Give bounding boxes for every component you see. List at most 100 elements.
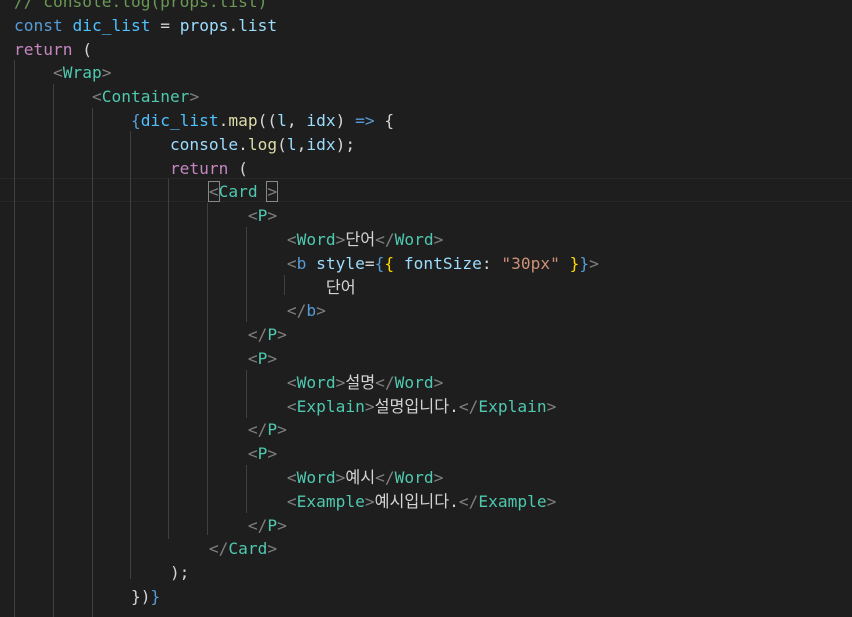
code-line-text: 단어 [14, 276, 356, 300]
code-line-text: return ( [14, 157, 248, 181]
code-line-text: const dic_list = props.list [14, 14, 277, 38]
code-line-text: ); [14, 561, 190, 585]
code-token: Word [296, 372, 336, 392]
code-token: P [267, 325, 278, 345]
code-line-text: </P> [14, 418, 287, 442]
code-token: </ [375, 468, 395, 487]
code-token: Word [296, 230, 336, 249]
code-token: > [433, 468, 444, 487]
code-line-text: <Container> [14, 85, 199, 109]
code-token: </ [286, 301, 307, 321]
code-token: < [207, 181, 220, 203]
code-token: => [355, 111, 375, 130]
code-token: Card [228, 539, 268, 559]
code-token: 설명입니다. [374, 396, 459, 416]
code-token: </ [375, 230, 395, 249]
code-line-text: })} [14, 585, 160, 609]
code-token: > [101, 63, 112, 83]
code-token: b [306, 301, 317, 321]
code-token: < [247, 206, 258, 226]
code-token: < [286, 396, 297, 416]
code-token: fontSize [403, 253, 482, 273]
code-token: (( [257, 111, 278, 130]
code-token: Explain [478, 396, 547, 416]
code-token: . [238, 134, 248, 154]
code-line-text: <Word>설명</Word> [14, 371, 444, 395]
code-token: < [286, 230, 297, 249]
code-token: dic_list [140, 111, 219, 130]
code-token: props [179, 15, 229, 35]
code-token: dic_list [72, 15, 151, 35]
code-token: , [286, 111, 307, 130]
code-line-text: <Example>예시입니다.</Example> [14, 490, 556, 514]
code-token: style [316, 253, 365, 273]
code-token: 예시입니다. [374, 491, 459, 511]
code-token: idx [306, 134, 336, 154]
code-line-text: <b style={{ fontSize: "30px" }}> [14, 252, 599, 276]
code-token: > [267, 539, 278, 559]
code-token: < [247, 444, 258, 464]
code-token: < [286, 253, 297, 273]
code-token: console [169, 134, 239, 154]
code-token: { [374, 253, 385, 273]
code-token: { [130, 111, 141, 130]
code-token: { [374, 111, 395, 130]
code-token: P [267, 420, 278, 440]
code-token: Wrap [62, 63, 102, 83]
code-token: > [364, 491, 375, 511]
code-token: Explain [296, 396, 365, 416]
code-token: < [52, 63, 63, 83]
code-token: map [228, 111, 258, 130]
code-token: } [579, 253, 590, 273]
code-line-text: <Wrap> [14, 61, 111, 85]
code-token: > [189, 87, 200, 107]
code-token: b [296, 253, 307, 273]
code-token: > [266, 181, 279, 203]
code-token: > [335, 372, 346, 392]
code-token: </ [208, 539, 229, 559]
code-token: > [267, 444, 278, 464]
code-line-text: {dic_list.map((l, idx) => { [14, 109, 394, 133]
code-token: "30px" [501, 253, 560, 273]
code-line-text: </P> [14, 514, 287, 538]
code-line-text: </P> [14, 323, 287, 347]
code-token: l [277, 111, 287, 130]
code-line-text: // console.log(props.list) [14, 0, 267, 14]
code-editor[interactable]: // console.log(props.list) const dic_list… [0, 0, 852, 617]
code-token: </ [247, 515, 268, 535]
code-line-text: </b> [14, 299, 326, 323]
code-token: </ [458, 491, 479, 511]
code-token: > [277, 420, 287, 440]
code-token: = [150, 15, 180, 35]
code-token: }) [130, 587, 151, 606]
code-token: Word [296, 468, 336, 487]
code-token: > [316, 301, 326, 321]
code-token: < [286, 491, 297, 511]
code-token: > [589, 253, 599, 273]
code-line-text: <Card > [14, 180, 279, 204]
code-line-text: <P> [14, 442, 277, 466]
code-token: Word [394, 468, 434, 487]
code-token: > [433, 372, 444, 392]
code-token: > [433, 230, 444, 249]
